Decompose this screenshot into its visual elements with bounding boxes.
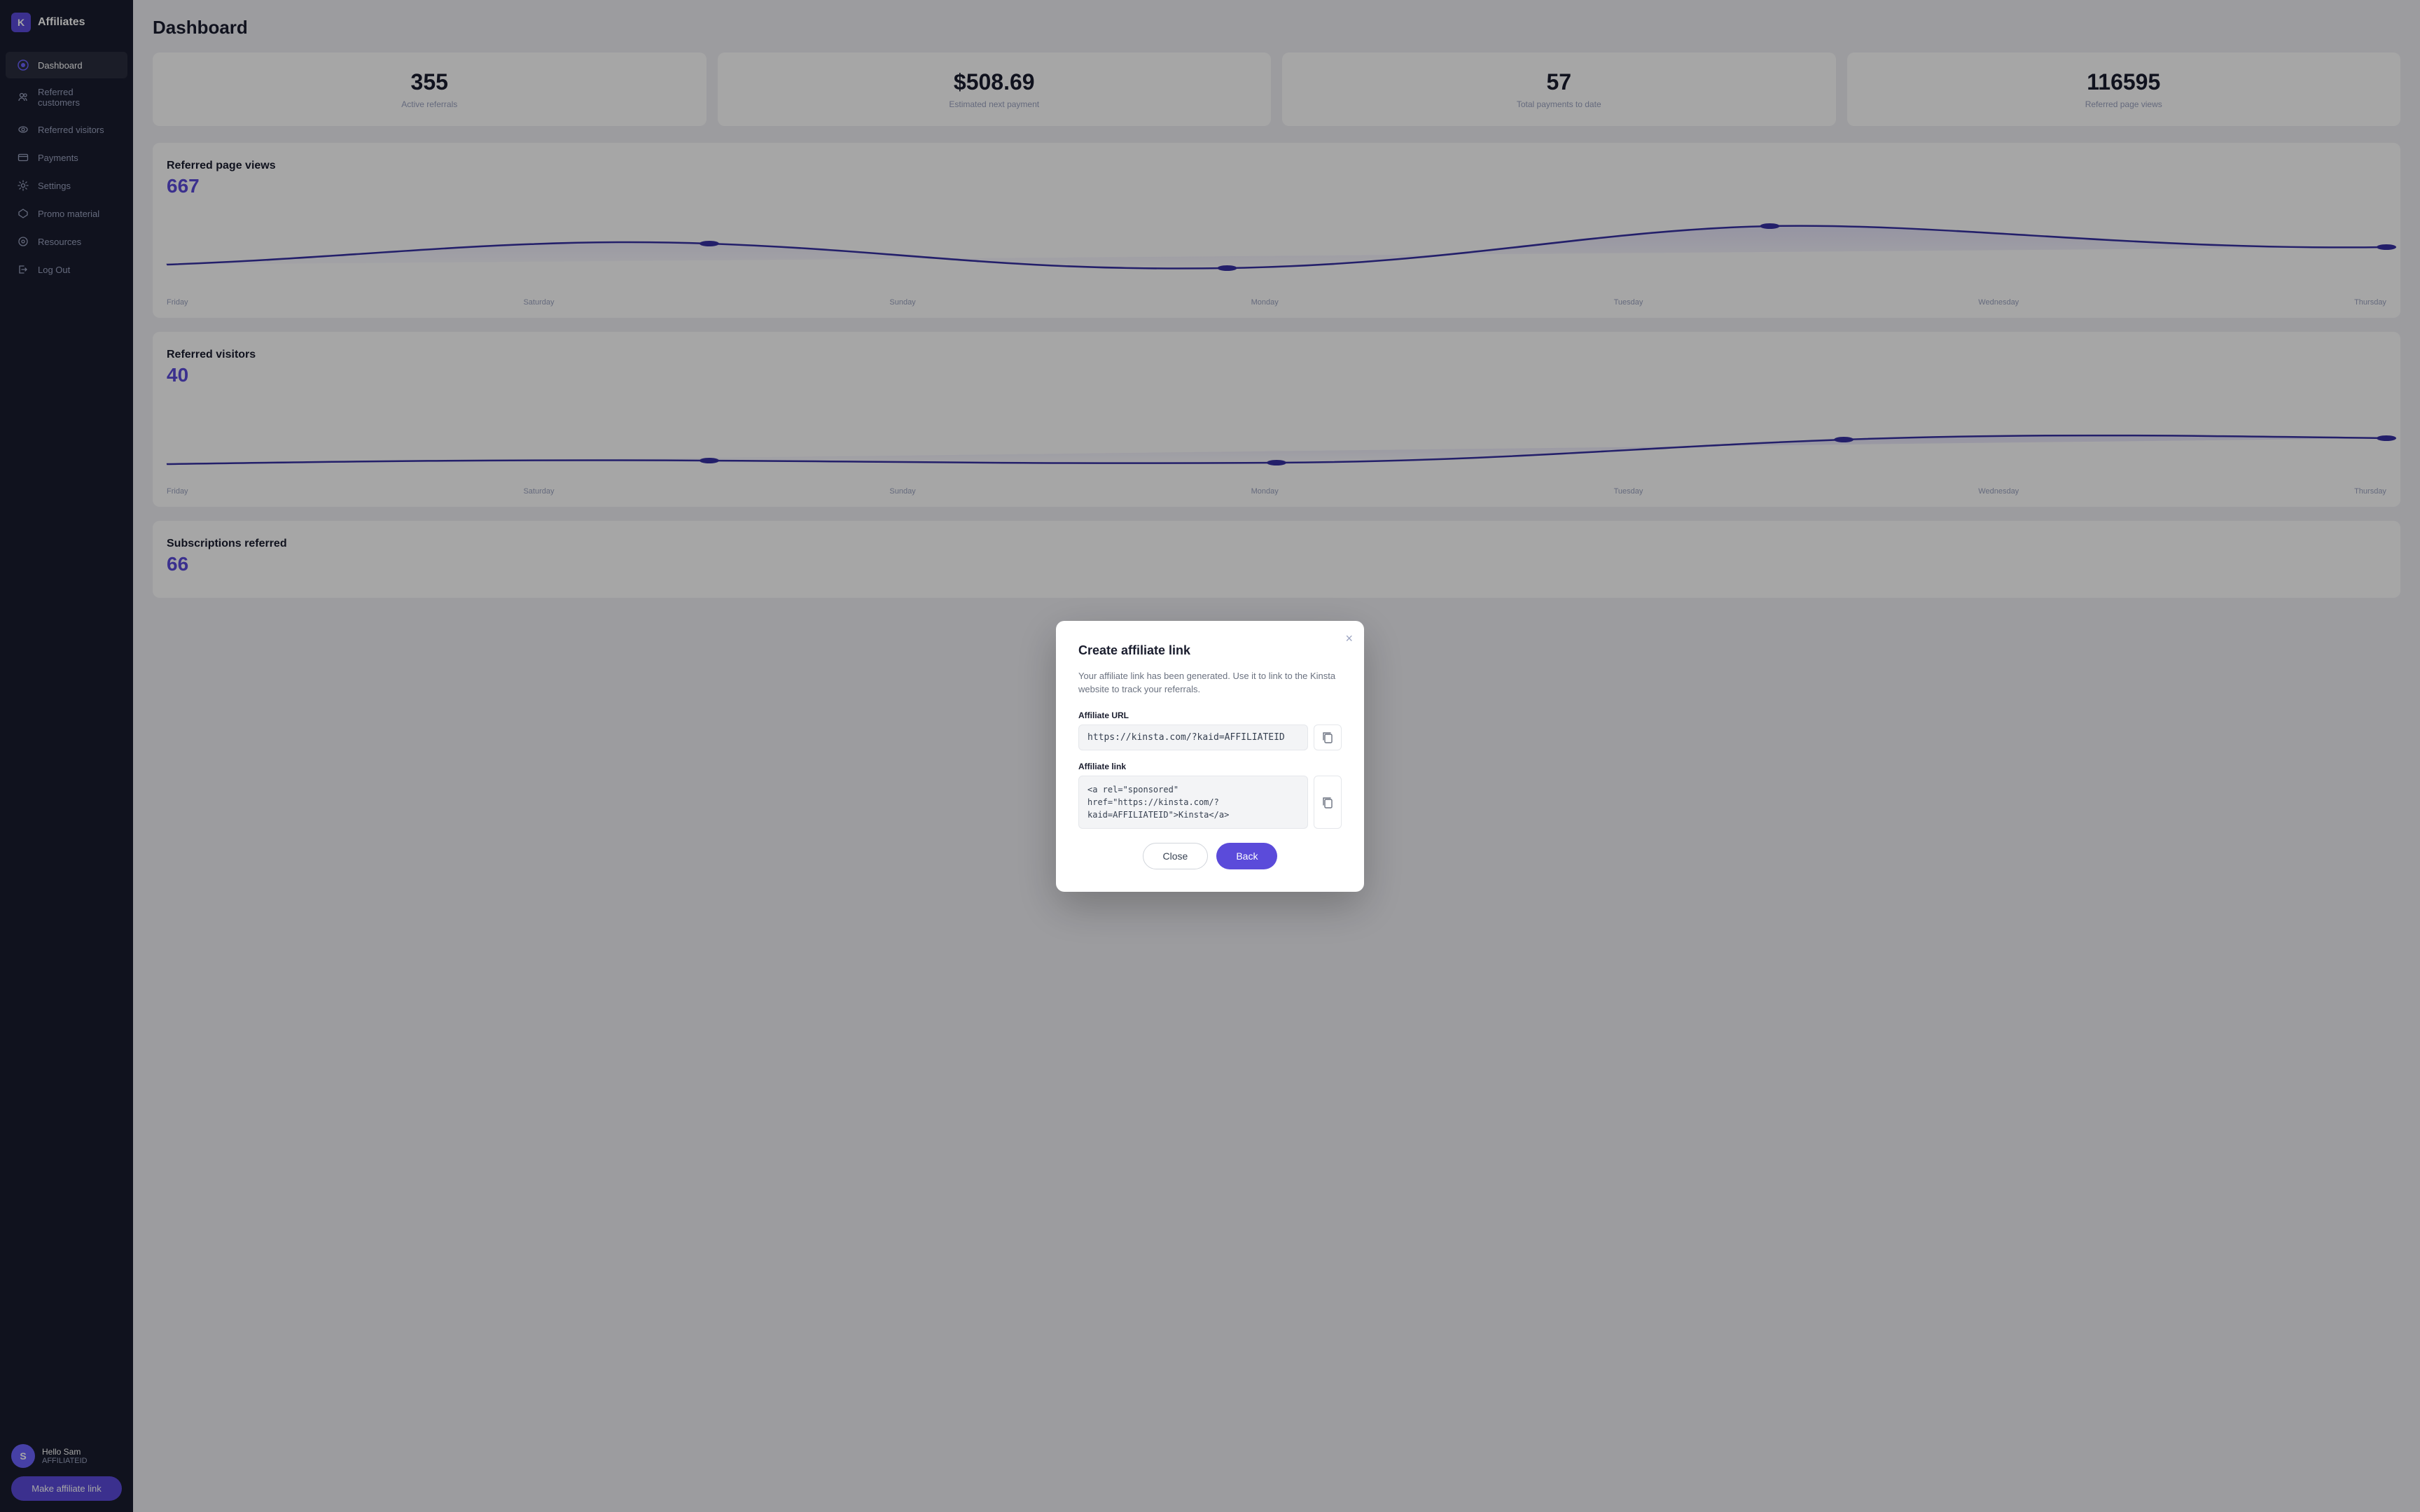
affiliate-link-label: Affiliate link	[1078, 762, 1342, 771]
affiliate-url-field: Affiliate URL	[1078, 710, 1342, 750]
affiliate-link-row: <a rel="sponsored" href="https://kinsta.…	[1078, 776, 1342, 829]
modal-overlay: × Create affiliate link Your affiliate l…	[0, 0, 2420, 1512]
create-affiliate-link-modal: × Create affiliate link Your affiliate l…	[1056, 621, 1364, 892]
affiliate-url-label: Affiliate URL	[1078, 710, 1342, 720]
copy-url-button[interactable]	[1314, 724, 1342, 750]
modal-title: Create affiliate link	[1078, 643, 1342, 658]
affiliate-url-row	[1078, 724, 1342, 750]
affiliate-link-textarea[interactable]: <a rel="sponsored" href="https://kinsta.…	[1078, 776, 1308, 829]
copy-icon-2	[1321, 796, 1334, 808]
affiliate-url-input[interactable]	[1078, 724, 1308, 750]
modal-actions: Close Back	[1078, 843, 1342, 869]
copy-icon	[1321, 731, 1334, 743]
affiliate-link-field: Affiliate link <a rel="sponsored" href="…	[1078, 762, 1342, 829]
modal-close-button[interactable]: ×	[1345, 632, 1353, 645]
back-button[interactable]: Back	[1216, 843, 1277, 869]
close-button[interactable]: Close	[1143, 843, 1209, 869]
copy-link-button[interactable]	[1314, 776, 1342, 829]
modal-description: Your affiliate link has been generated. …	[1078, 669, 1342, 696]
